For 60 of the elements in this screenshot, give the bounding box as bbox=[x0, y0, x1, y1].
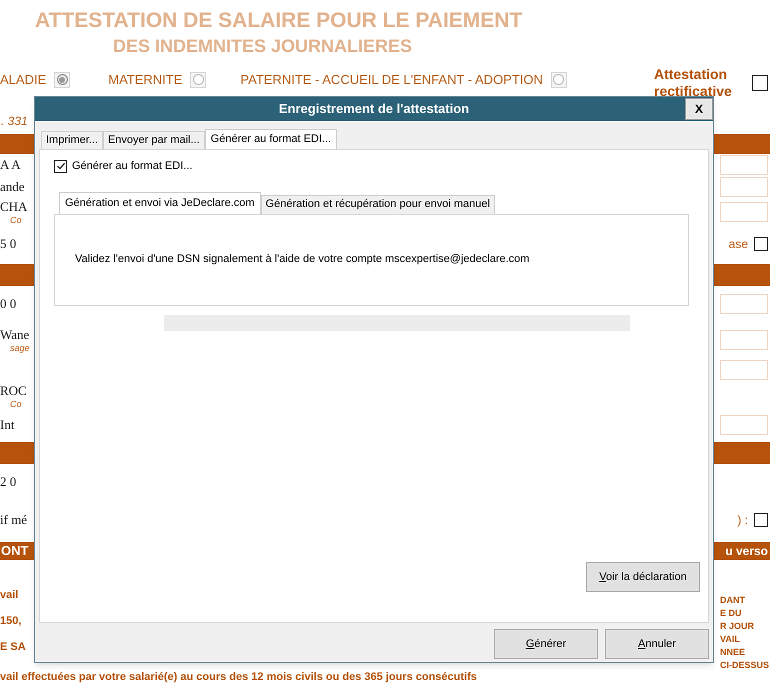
input-field[interactable] bbox=[720, 155, 768, 175]
checkbox-label: Générer au format EDI... bbox=[72, 159, 192, 174]
side-text: CI-DESSUS bbox=[720, 659, 769, 672]
field-value: ROC bbox=[0, 383, 27, 399]
close-button[interactable]: X bbox=[685, 98, 713, 120]
input-field[interactable] bbox=[720, 415, 768, 435]
body-text: 150, bbox=[0, 614, 22, 629]
field-caption: sage bbox=[9, 343, 30, 353]
option-label: ALADIE bbox=[0, 71, 46, 89]
body-text: vail bbox=[0, 588, 20, 603]
field-value: 5 0 bbox=[0, 236, 16, 252]
field-caption: Co bbox=[9, 399, 22, 409]
side-text: NNEE bbox=[720, 646, 746, 659]
checkbox[interactable] bbox=[54, 160, 67, 173]
radio-button[interactable] bbox=[550, 72, 567, 88]
view-declaration-button[interactable]: Voir la déclaration bbox=[586, 562, 700, 592]
field-label: ) : bbox=[737, 512, 748, 529]
field-value: if mé bbox=[0, 512, 28, 528]
checkbox[interactable] bbox=[754, 513, 768, 527]
tab[interactable]: Génération et récupération pour envoi manuel bbox=[260, 194, 495, 214]
field-value: Int bbox=[0, 417, 14, 433]
side-text: DANT bbox=[720, 594, 746, 607]
form-title: DES INDEMNITES JOURNALIERES bbox=[112, 35, 414, 58]
tab[interactable]: Imprimer... bbox=[41, 131, 103, 149]
option-label: PATERNITE - ACCUEIL DE L'ENFANT - ADOPTION bbox=[240, 71, 543, 89]
field-value: 0 0 bbox=[0, 296, 16, 312]
dialog-button[interactable]: Générer bbox=[494, 629, 598, 659]
field-value: Wane bbox=[0, 327, 30, 343]
tab[interactable]: Générer au format EDI... bbox=[204, 129, 338, 149]
field-value: ande bbox=[0, 179, 25, 195]
side-text: E DU bbox=[720, 607, 743, 620]
input-field[interactable] bbox=[720, 202, 768, 222]
radio-button[interactable] bbox=[190, 72, 206, 88]
section-heading: ONT bbox=[0, 542, 28, 560]
section-note: u verso bbox=[725, 543, 769, 560]
dialog-button[interactable]: Annuler bbox=[605, 629, 709, 659]
input-field[interactable] bbox=[720, 177, 768, 197]
tab[interactable]: Envoyer par mail... bbox=[102, 131, 205, 149]
field-label: ase bbox=[728, 236, 748, 253]
window-title: Enregistrement de l'attestation bbox=[278, 100, 470, 118]
field-caption: Co bbox=[9, 215, 22, 225]
input-field[interactable] bbox=[720, 330, 768, 350]
body-text: E SA bbox=[0, 640, 27, 655]
side-text: R JOUR bbox=[720, 620, 756, 633]
option-label: MATERNITE bbox=[108, 71, 182, 89]
field-value: CHA bbox=[0, 199, 28, 215]
input-field[interactable] bbox=[720, 360, 768, 380]
side-text: VAIL bbox=[720, 633, 741, 646]
field-value: A A bbox=[0, 157, 21, 173]
input-field[interactable] bbox=[720, 294, 768, 314]
radio-button[interactable] bbox=[54, 72, 70, 88]
rectificative-label: Attestation rectificative bbox=[654, 66, 733, 100]
message-text: Validez l'envoi d'une DSN signalement à l'aide de votre compte mscexpertise@jedeclare.com bbox=[75, 252, 530, 268]
form-title: ATTESTATION DE SALAIRE POUR LE PAIEMENT bbox=[34, 8, 524, 34]
note-text: . 331 bbox=[0, 113, 28, 130]
checkbox[interactable] bbox=[752, 75, 768, 91]
body-text: vail effectuées par votre salarié(e) au cours des 12 mois civils ou des 365 jours consécutifs bbox=[0, 670, 477, 684]
field-value: 2 0 bbox=[0, 474, 16, 490]
tab[interactable]: Génération et envoi via JeDeclare.com bbox=[59, 192, 261, 214]
checkbox[interactable] bbox=[754, 237, 768, 251]
